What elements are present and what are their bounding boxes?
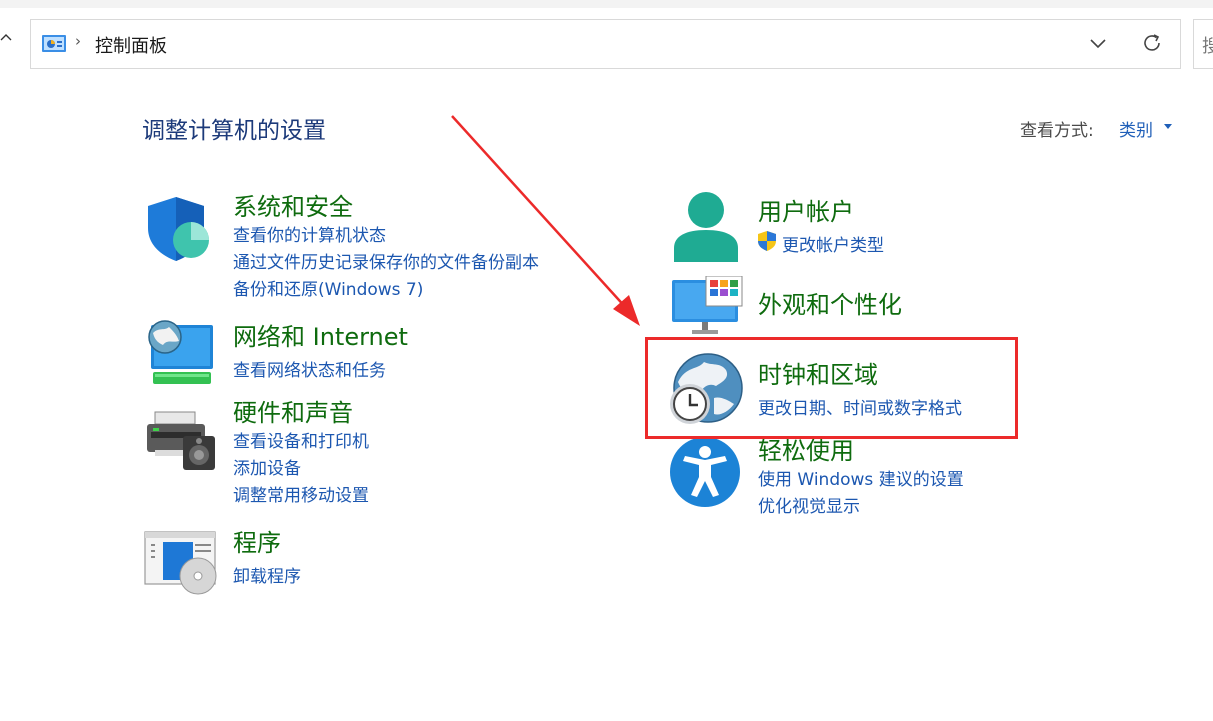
category-title-network-internet[interactable]: 网络和 Internet	[233, 317, 408, 352]
category-title-ease-of-access[interactable]: 轻松使用	[758, 431, 854, 466]
network-globe-icon[interactable]	[145, 317, 215, 387]
up-arrow-icon[interactable]	[0, 32, 14, 48]
breadcrumb-separator-icon: ›	[75, 32, 81, 50]
link-change-date-time-format[interactable]: 更改日期、时间或数字格式	[758, 394, 962, 419]
category-title-user-accounts[interactable]: 用户帐户	[758, 192, 854, 227]
category-title-programs[interactable]: 程序	[233, 523, 281, 558]
link-network-status[interactable]: 查看网络状态和任务	[233, 356, 386, 381]
address-bar[interactable]: › 控制面板	[30, 19, 1181, 69]
link-optimize-visual-display[interactable]: 优化视觉显示	[758, 492, 860, 517]
link-backup-restore[interactable]: 备份和还原(Windows 7)	[233, 275, 423, 300]
shield-icon[interactable]	[145, 194, 215, 264]
globe-clock-icon[interactable]	[668, 352, 744, 426]
search-input[interactable]: 搜	[1193, 19, 1213, 69]
view-by-dropdown[interactable]: 类别	[1119, 116, 1153, 141]
link-view-computer-status[interactable]: 查看你的计算机状态	[233, 221, 386, 246]
page-title: 调整计算机的设置	[142, 118, 326, 144]
window-top-strip	[0, 0, 1213, 8]
category-title-hardware-sound[interactable]: 硬件和声音	[233, 393, 353, 428]
caret-down-icon[interactable]	[1164, 124, 1172, 129]
link-devices-printers[interactable]: 查看设备和打印机	[233, 427, 369, 452]
link-change-account-type[interactable]: 更改帐户类型	[782, 231, 884, 256]
link-file-history-backup[interactable]: 通过文件历史记录保存你的文件备份副本	[233, 248, 539, 273]
chevron-down-icon[interactable]	[1089, 37, 1107, 49]
uac-shield-icon	[758, 231, 776, 251]
programs-disc-icon[interactable]	[143, 530, 219, 596]
search-placeholder: 搜	[1202, 32, 1213, 58]
link-mobility-settings[interactable]: 调整常用移动设置	[233, 481, 369, 506]
category-title-clock-region[interactable]: 时钟和区域	[758, 355, 878, 390]
category-title-system-security[interactable]: 系统和安全	[233, 187, 353, 222]
refresh-icon[interactable]	[1141, 32, 1163, 54]
monitor-personalize-icon[interactable]	[670, 276, 744, 336]
control-panel-icon	[42, 35, 66, 52]
breadcrumb-control-panel[interactable]: 控制面板	[95, 32, 167, 58]
link-uninstall-program[interactable]: 卸载程序	[233, 562, 301, 587]
user-icon[interactable]	[670, 190, 742, 264]
link-add-device[interactable]: 添加设备	[233, 454, 301, 479]
category-title-appearance-personalization[interactable]: 外观和个性化	[758, 285, 902, 320]
accessibility-icon[interactable]	[668, 435, 742, 509]
printer-speaker-icon[interactable]	[145, 410, 217, 472]
link-windows-recommended-settings[interactable]: 使用 Windows 建议的设置	[758, 465, 964, 490]
view-by-label: 查看方式:	[1020, 121, 1094, 141]
